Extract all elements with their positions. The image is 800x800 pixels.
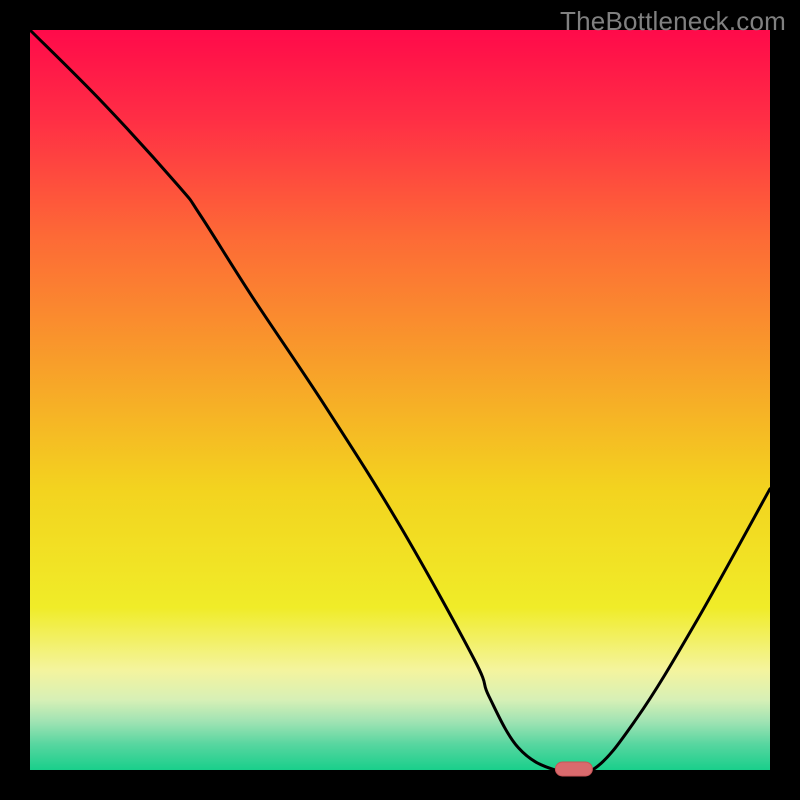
plot-background: [30, 30, 770, 770]
bottleneck-chart: [0, 0, 800, 800]
chart-container: TheBottleneck.com: [0, 0, 800, 800]
watermark-label: TheBottleneck.com: [560, 6, 786, 37]
optimal-marker: [555, 762, 592, 776]
